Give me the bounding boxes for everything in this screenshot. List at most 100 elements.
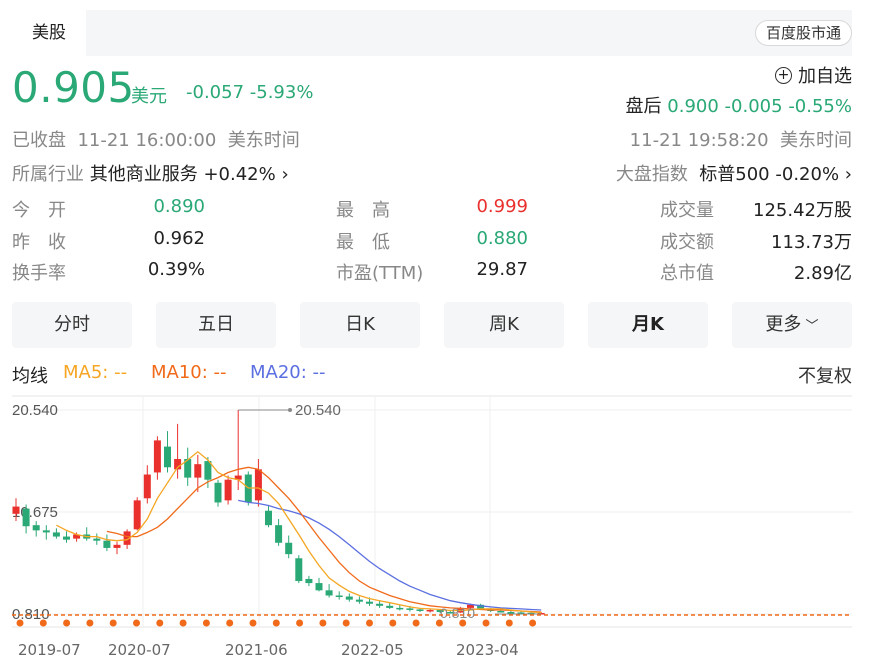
candle-body — [164, 446, 171, 468]
candle-body — [376, 603, 384, 606]
tab-3[interactable]: 周K — [444, 302, 564, 348]
event-dot — [319, 619, 327, 627]
adjust-selector[interactable]: 不复权 — [798, 362, 852, 388]
industry-name: 其他商业服务 — [89, 164, 198, 185]
candle-body — [325, 590, 333, 596]
stat-value: 0.999 — [476, 196, 528, 217]
status-text: 已收盘 — [12, 130, 66, 151]
max-marker-label: 20.540 — [295, 402, 341, 419]
after-time-value: 11-21 19:58:20 — [629, 130, 769, 151]
tab-label: 五日 — [198, 314, 234, 335]
price-change: -0.057 -5.93% — [186, 82, 313, 103]
x-axis-label: 2020-07 — [108, 641, 171, 659]
event-dot — [16, 619, 24, 627]
candle-body — [133, 500, 141, 530]
after-hours-quote: 盘后 0.900 -0.005 -0.55% — [626, 92, 852, 118]
baidu-stock-badge[interactable]: 百度股市通 — [754, 20, 852, 46]
stat-label: 成交额 — [660, 232, 714, 253]
event-dot — [435, 619, 443, 627]
tab-5[interactable]: 更多 ﹀ — [732, 302, 852, 348]
tab-4[interactable]: 月K — [588, 302, 708, 348]
tab-label: 周K — [489, 314, 519, 335]
stat-value: 0.962 — [153, 228, 205, 249]
candle-body — [93, 538, 101, 541]
stat-label: 市盈(TTM) — [336, 263, 424, 284]
event-dot — [63, 619, 71, 627]
index-label: 大盘指数 — [615, 164, 688, 185]
y-axis-label: 20.540 — [12, 402, 58, 419]
candle-body — [103, 540, 111, 548]
candle-body — [254, 469, 262, 501]
ma5-legend: MA5: -- — [63, 362, 128, 383]
candle-body — [153, 440, 161, 473]
close-time: 11-21 16:00:00 — [77, 130, 217, 151]
add-watchlist-label: 加自选 — [798, 66, 852, 87]
event-dot — [389, 619, 397, 627]
price-unit: 美元 — [131, 86, 167, 107]
stat-value: 2.89亿 — [793, 263, 852, 284]
stat-value: 0.890 — [153, 196, 205, 217]
event-dot — [156, 619, 164, 627]
candle-body — [295, 558, 303, 582]
index-link[interactable]: 大盘指数 标普500 -0.20% › — [616, 160, 852, 186]
after-time-timezone: 美东时间 — [780, 130, 852, 151]
candle-body — [497, 611, 505, 613]
event-dot — [272, 619, 280, 627]
candle-body — [305, 578, 313, 584]
industry-label: 所属行业 — [12, 164, 84, 185]
candle-body — [214, 482, 222, 503]
stat-label: 最 高 — [336, 200, 390, 221]
stat-label: 昨 收 — [12, 232, 66, 253]
tab-us-stocks[interactable]: 美股 — [12, 10, 86, 56]
index-change: -0.20% — [775, 164, 840, 185]
stat-value: 0.39% — [147, 259, 205, 280]
candle-body — [396, 607, 404, 610]
stat-label: 最 低 — [336, 232, 390, 253]
close-timezone: 美东时间 — [227, 130, 300, 151]
after-hours-label: 盘后 — [625, 96, 662, 117]
tab-0[interactable]: 分时 — [12, 302, 132, 348]
chevron-right-icon: › — [844, 164, 852, 185]
add-watchlist-button[interactable]: + 加自选 — [775, 62, 852, 88]
x-axis-label: 2023-04 — [456, 641, 519, 659]
event-dot — [109, 619, 117, 627]
candle-body — [12, 506, 20, 514]
candle-body — [355, 599, 363, 602]
after-hours-time: 11-21 19:58:20 美东时间 — [630, 126, 852, 152]
candle-body — [406, 608, 414, 610]
stat-label: 成交量 — [660, 200, 714, 221]
change-abs: -0.057 — [186, 82, 245, 103]
tab-label: 月K — [632, 314, 664, 335]
tab-label: 更多 — [765, 314, 802, 335]
ma20-line — [238, 499, 542, 611]
chevron-down-icon: ﹀ — [801, 319, 819, 334]
tab-2[interactable]: 日K — [300, 302, 420, 348]
x-axis-label: 2021-06 — [225, 641, 288, 659]
ma10-legend: MA10: -- — [151, 362, 227, 383]
candle-body — [315, 583, 323, 591]
candle-body — [335, 595, 343, 597]
change-pct: -5.93% — [249, 82, 314, 103]
candle-body — [366, 601, 373, 604]
event-dot — [296, 619, 304, 627]
candle-body — [113, 544, 121, 548]
candle-body — [52, 532, 60, 537]
max-marker-dot — [288, 408, 292, 412]
x-axis-label: 2019-07 — [18, 641, 81, 659]
event-dot — [39, 619, 47, 627]
candle-body — [22, 508, 30, 527]
tab-1[interactable]: 五日 — [156, 302, 276, 348]
event-dot — [342, 619, 350, 627]
candle-body — [194, 464, 202, 478]
event-dot — [133, 619, 140, 627]
market-status: 已收盘 11-21 16:00:00 美东时间 — [12, 126, 300, 152]
after-hours-change: -0.005 — [724, 96, 783, 117]
candle-body — [345, 596, 353, 600]
index-name: 标普500 — [699, 164, 770, 185]
chevron-right-icon: › — [281, 164, 289, 185]
stat-value: 125.42万股 — [753, 200, 852, 221]
stat-label: 今 开 — [12, 200, 66, 221]
current-price: 0.905 — [12, 63, 135, 112]
kline-chart[interactable]: 20.54010.6750.81020.5400.810 — [0, 395, 876, 635]
industry-link[interactable]: 所属行业 其他商业服务 +0.42% › — [12, 160, 289, 186]
